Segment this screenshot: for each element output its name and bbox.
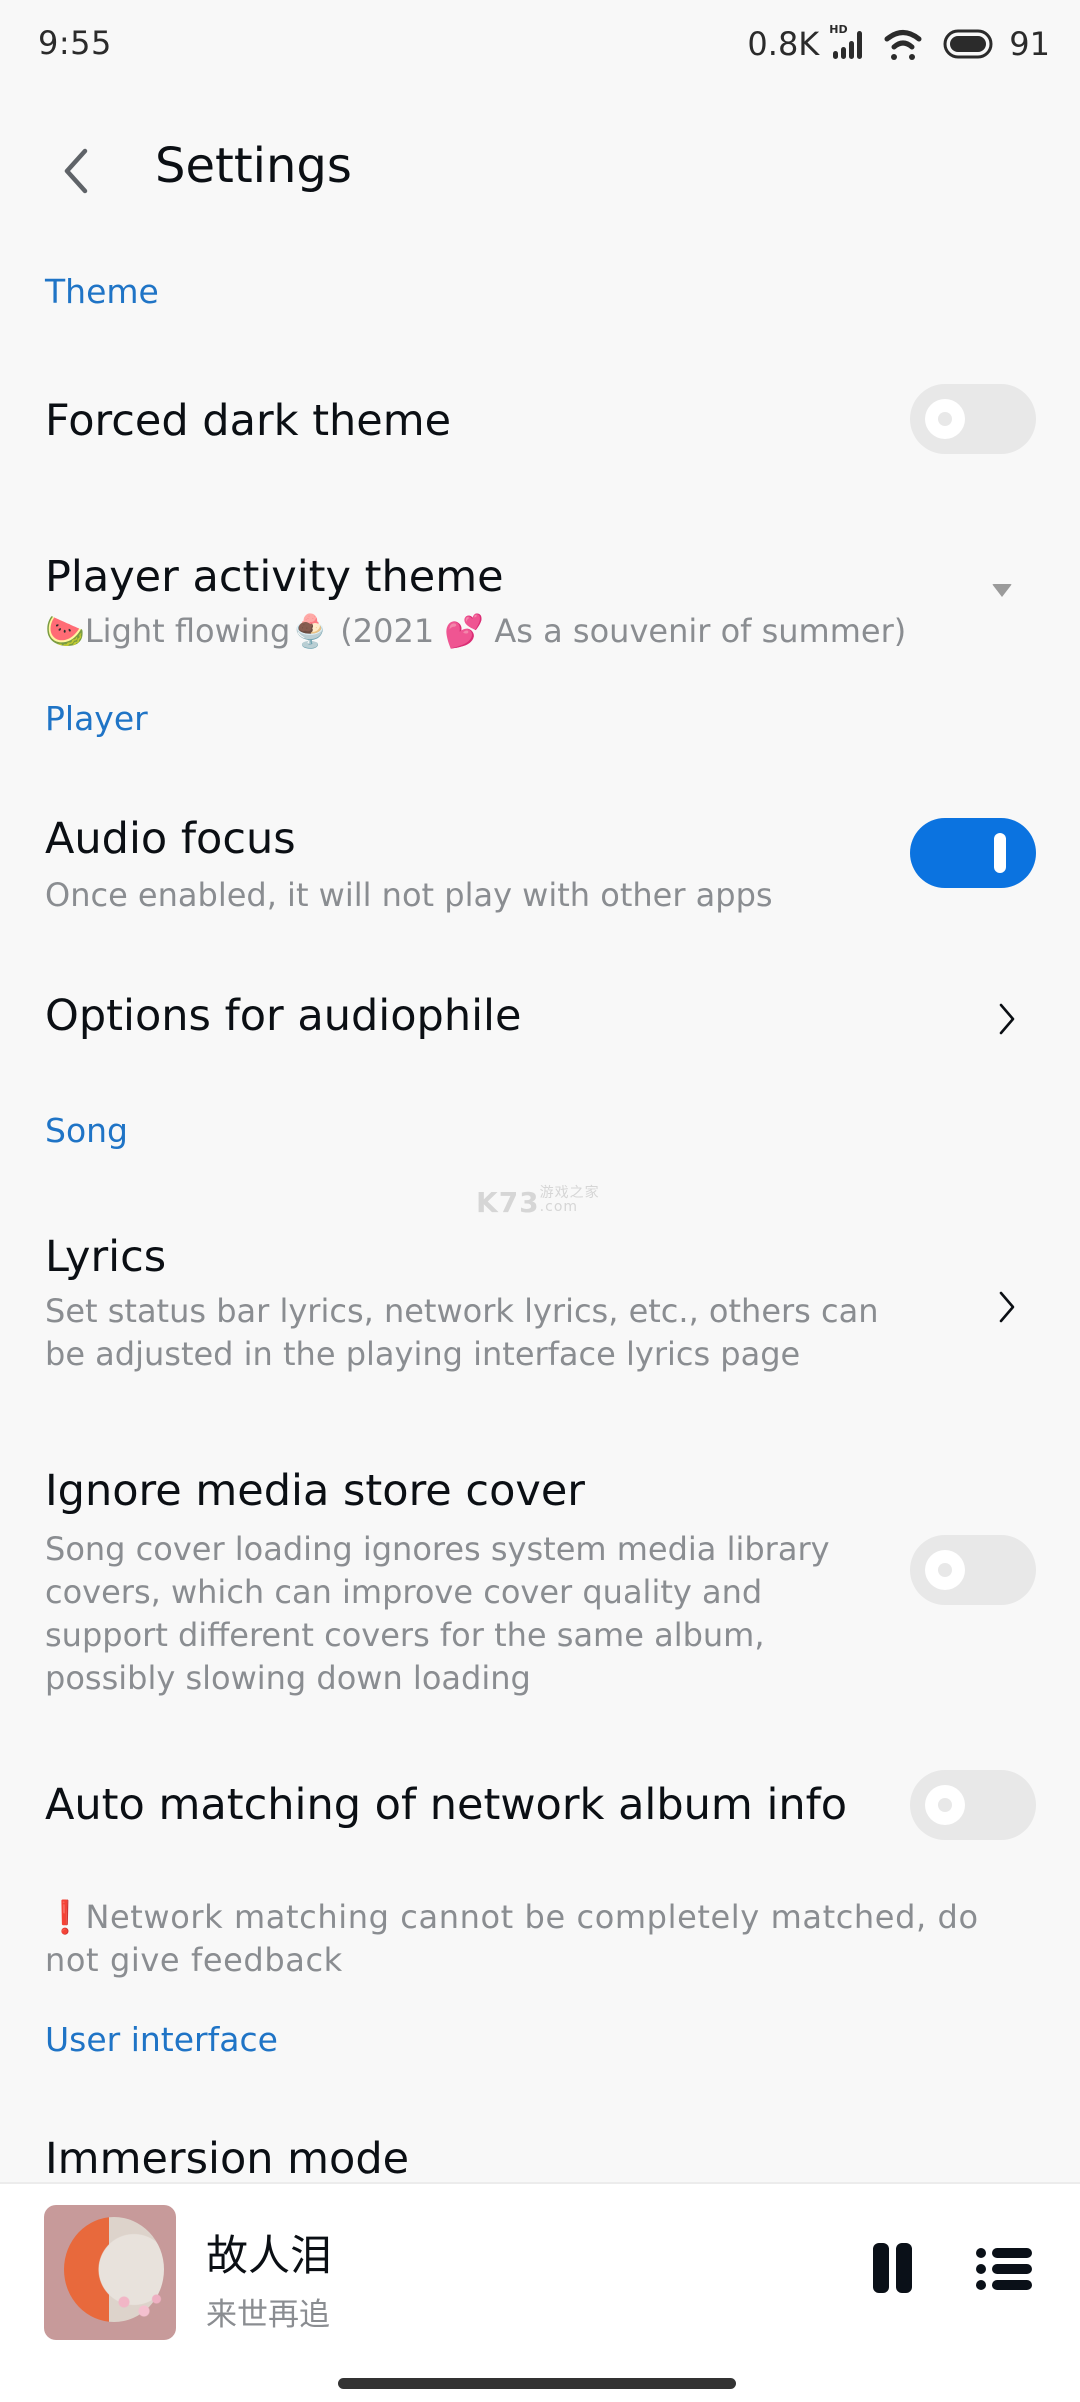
song-artist: 来世再追 xyxy=(206,2297,330,2333)
audio-focus-toggle[interactable] xyxy=(910,818,1036,888)
auto-matching-toggle[interactable] xyxy=(910,1770,1036,1840)
section-header-song: Song xyxy=(45,1111,128,1150)
setting-title: Auto matching of network album info xyxy=(45,1780,848,1830)
status-icons: 0.8K HD 91 xyxy=(747,23,1050,64)
setting-title: Immersion mode xyxy=(45,2134,410,2184)
setting-title: Lyrics xyxy=(45,1232,167,1282)
warning-icon: ❗ xyxy=(45,1898,86,1936)
setting-title: Player activity theme xyxy=(45,552,504,602)
toggle-knob xyxy=(925,399,965,439)
setting-title: Forced dark theme xyxy=(45,396,452,446)
hd-signal-icon: HD xyxy=(829,23,863,61)
chevron-left-icon xyxy=(64,148,88,194)
two-hearts-emoji: 💕 xyxy=(444,612,485,650)
setting-options-for-audiophile[interactable]: Options for audiophile xyxy=(0,960,1080,1070)
section-header-theme: Theme xyxy=(45,272,159,311)
dropdown-caret-icon[interactable] xyxy=(992,584,1012,597)
playlist-button[interactable] xyxy=(970,2240,1036,2292)
setting-value: 🍉Light flowing🍨 (2021 💕 As a souvenir of… xyxy=(45,610,906,653)
ignore-media-store-cover-toggle[interactable] xyxy=(910,1535,1036,1605)
chevron-right-icon xyxy=(999,1291,1015,1323)
wifi-icon xyxy=(883,27,923,61)
watermelon-emoji: 🍉 xyxy=(45,612,85,650)
forced-dark-theme-toggle[interactable] xyxy=(910,384,1036,454)
setting-player-activity-theme[interactable]: Player activity theme 🍉Light flowing🍨 (2… xyxy=(0,530,1080,670)
chevron-right-icon xyxy=(999,1003,1015,1035)
status-time: 9:55 xyxy=(38,24,112,62)
setting-subtitle: Song cover loading ignores system media … xyxy=(45,1530,830,1697)
network-speed: 0.8K xyxy=(747,25,820,63)
battery-icon xyxy=(943,29,993,59)
network-matching-warning: ❗Network matching cannot be completely m… xyxy=(45,1896,1035,1982)
toggle-knob xyxy=(994,833,1006,873)
setting-title: Options for audiophile xyxy=(45,991,522,1041)
section-header-player: Player xyxy=(45,699,148,738)
back-button[interactable] xyxy=(50,140,102,202)
setting-title: Ignore media store cover xyxy=(45,1466,585,1516)
battery-level: 91 xyxy=(1009,25,1050,63)
value-year: (2021 xyxy=(330,612,445,650)
ice-cream-emoji: 🍨 xyxy=(290,612,331,650)
album-art-blossom xyxy=(114,2290,164,2320)
value-text: Light flowing xyxy=(84,612,291,650)
pause-button[interactable] xyxy=(866,2238,920,2298)
setting-subtitle: Set status bar lyrics, network lyrics, e… xyxy=(45,1292,879,1373)
setting-subtitle: Once enabled, it will not play with othe… xyxy=(45,876,773,914)
section-header-user-interface: User interface xyxy=(45,2020,278,2059)
toggle-knob xyxy=(925,1550,965,1590)
setting-lyrics[interactable]: Lyrics Set status bar lyrics, network ly… xyxy=(0,1210,1080,1400)
value-suffix: As a souvenir of summer) xyxy=(484,612,907,650)
setting-immersion-mode[interactable]: Immersion mode xyxy=(0,2110,1080,2184)
setting-title: Audio focus xyxy=(45,814,296,864)
home-indicator[interactable] xyxy=(338,2378,736,2389)
warning-text: Network matching cannot be completely ma… xyxy=(45,1898,979,1979)
song-title[interactable]: 故人泪 xyxy=(206,2222,332,2283)
album-art[interactable] xyxy=(44,2205,176,2340)
page-title: Settings xyxy=(155,138,352,194)
toggle-knob xyxy=(925,1785,965,1825)
